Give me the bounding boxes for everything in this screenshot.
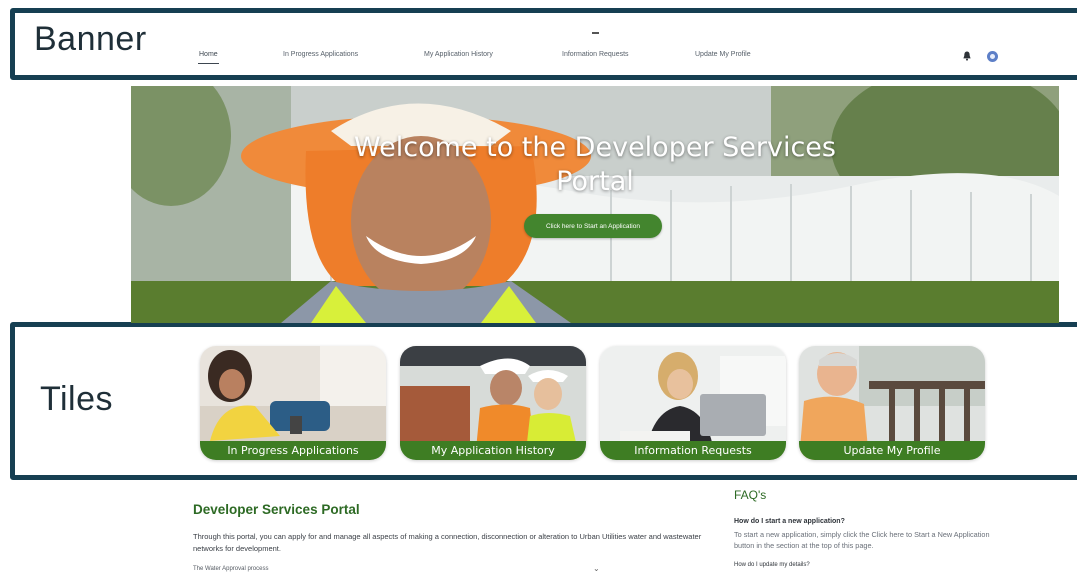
nav-item-home[interactable]: Home <box>198 51 219 64</box>
nav-item-update-my-profile[interactable]: Update My Profile <box>695 51 751 58</box>
bell-icon[interactable] <box>963 51 971 61</box>
tile-in-progress-applications[interactable]: In Progress Applications <box>200 346 386 460</box>
tile-update-my-profile[interactable]: Update My Profile <box>799 346 985 460</box>
portal-description: Through this portal, you can apply for a… <box>193 532 702 553</box>
user-avatar-icon[interactable] <box>987 51 998 62</box>
top-navigation: Home In Progress Applications My Applica… <box>0 51 1077 67</box>
minimize-mark <box>592 32 599 34</box>
tile-label: In Progress Applications <box>200 441 386 460</box>
tile-label: Update My Profile <box>799 441 985 460</box>
faq-answer-1: To start a new application, simply click… <box>734 530 990 550</box>
banner-callout-box <box>10 8 1077 80</box>
tile-information-requests[interactable]: Information Requests <box>600 346 786 460</box>
nav-item-in-progress-applications[interactable]: In Progress Applications <box>283 51 358 58</box>
tile-label: My Application History <box>400 441 586 460</box>
tile-my-application-history[interactable]: My Application History <box>400 346 586 460</box>
water-approval-subheading[interactable]: The Water Approval process <box>193 566 268 572</box>
hero-title-line-1: Welcome to the Developer Services <box>354 132 836 163</box>
hero-banner: Welcome to the Developer Services Portal… <box>131 86 1059 323</box>
hero-title-line-2: Portal <box>556 166 634 197</box>
faq-heading: FAQ's <box>734 488 767 502</box>
nav-item-my-application-history[interactable]: My Application History <box>424 51 493 58</box>
tiles-callout-label: Tiles <box>40 380 114 418</box>
tile-label: Information Requests <box>600 441 786 460</box>
chevron-down-icon[interactable]: ⌄ <box>593 564 600 572</box>
nav-item-information-requests[interactable]: Information Requests <box>562 51 629 58</box>
start-application-button[interactable]: Click here to Start an Application <box>524 214 662 238</box>
faq-question-2[interactable]: How do I update my details? <box>734 562 810 568</box>
hero-background-image <box>131 86 1059 323</box>
portal-heading: Developer Services Portal <box>193 502 360 517</box>
faq-question-1[interactable]: How do I start a new application? <box>734 518 845 525</box>
hero-title: Welcome to the Developer Services Portal <box>331 131 859 199</box>
